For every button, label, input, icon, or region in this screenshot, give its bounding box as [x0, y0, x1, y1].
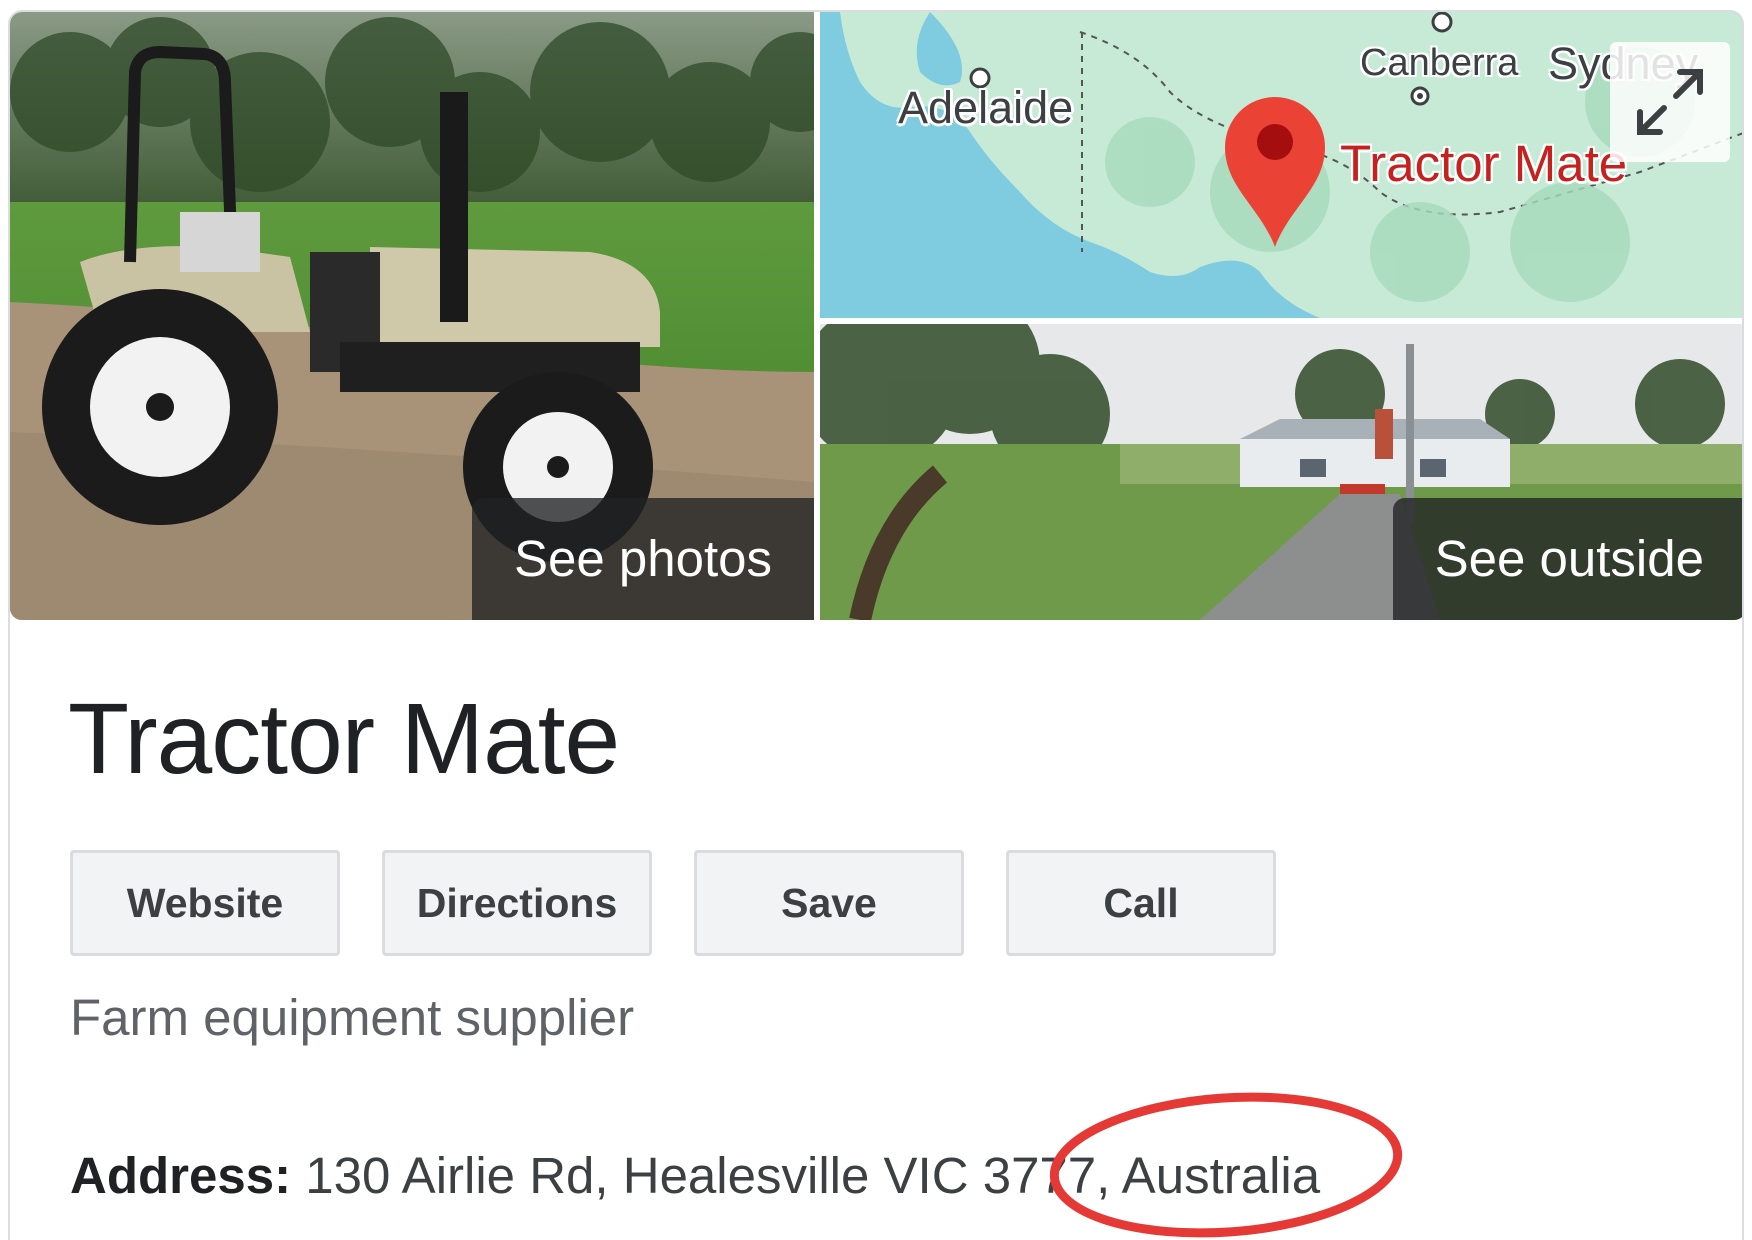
expand-icon [1637, 69, 1703, 135]
save-button[interactable]: Save [694, 850, 964, 956]
business-title: Tractor Mate [68, 683, 620, 795]
see-photos-label[interactable]: See photos [471, 498, 814, 620]
street-view-tile[interactable]: See outside [820, 324, 1742, 620]
knowledge-panel: See photos Adelaide Canberra Tractor Mat… [8, 10, 1744, 1240]
media-gallery: See photos Adelaide Canberra Tractor Mat… [10, 12, 1742, 622]
map-city-adelaide: Adelaide [898, 82, 1074, 133]
business-category: Farm equipment supplier [70, 989, 635, 1046]
map-city-canberra: Canberra [1360, 42, 1519, 84]
call-button[interactable]: Call [1006, 850, 1276, 956]
see-outside-label[interactable]: See outside [1392, 498, 1742, 620]
address-row: Address: 130 Airlie Rd, Healesville VIC … [70, 1146, 1320, 1205]
map-thumbnail[interactable]: Adelaide Canberra Sydney Tractor Mate [820, 12, 1742, 318]
directions-button[interactable]: Directions [382, 850, 652, 956]
address-value[interactable]: 130 Airlie Rd, Healesville VIC 3777, Aus… [305, 1147, 1320, 1204]
expand-map-button[interactable] [1610, 42, 1730, 162]
map-place-label: Tractor Mate [1340, 135, 1628, 192]
address-label: Address: [70, 1147, 292, 1204]
photos-tile[interactable]: See photos [10, 12, 814, 620]
action-buttons: Website Directions Save Call [70, 850, 1276, 960]
website-button[interactable]: Website [70, 850, 340, 956]
